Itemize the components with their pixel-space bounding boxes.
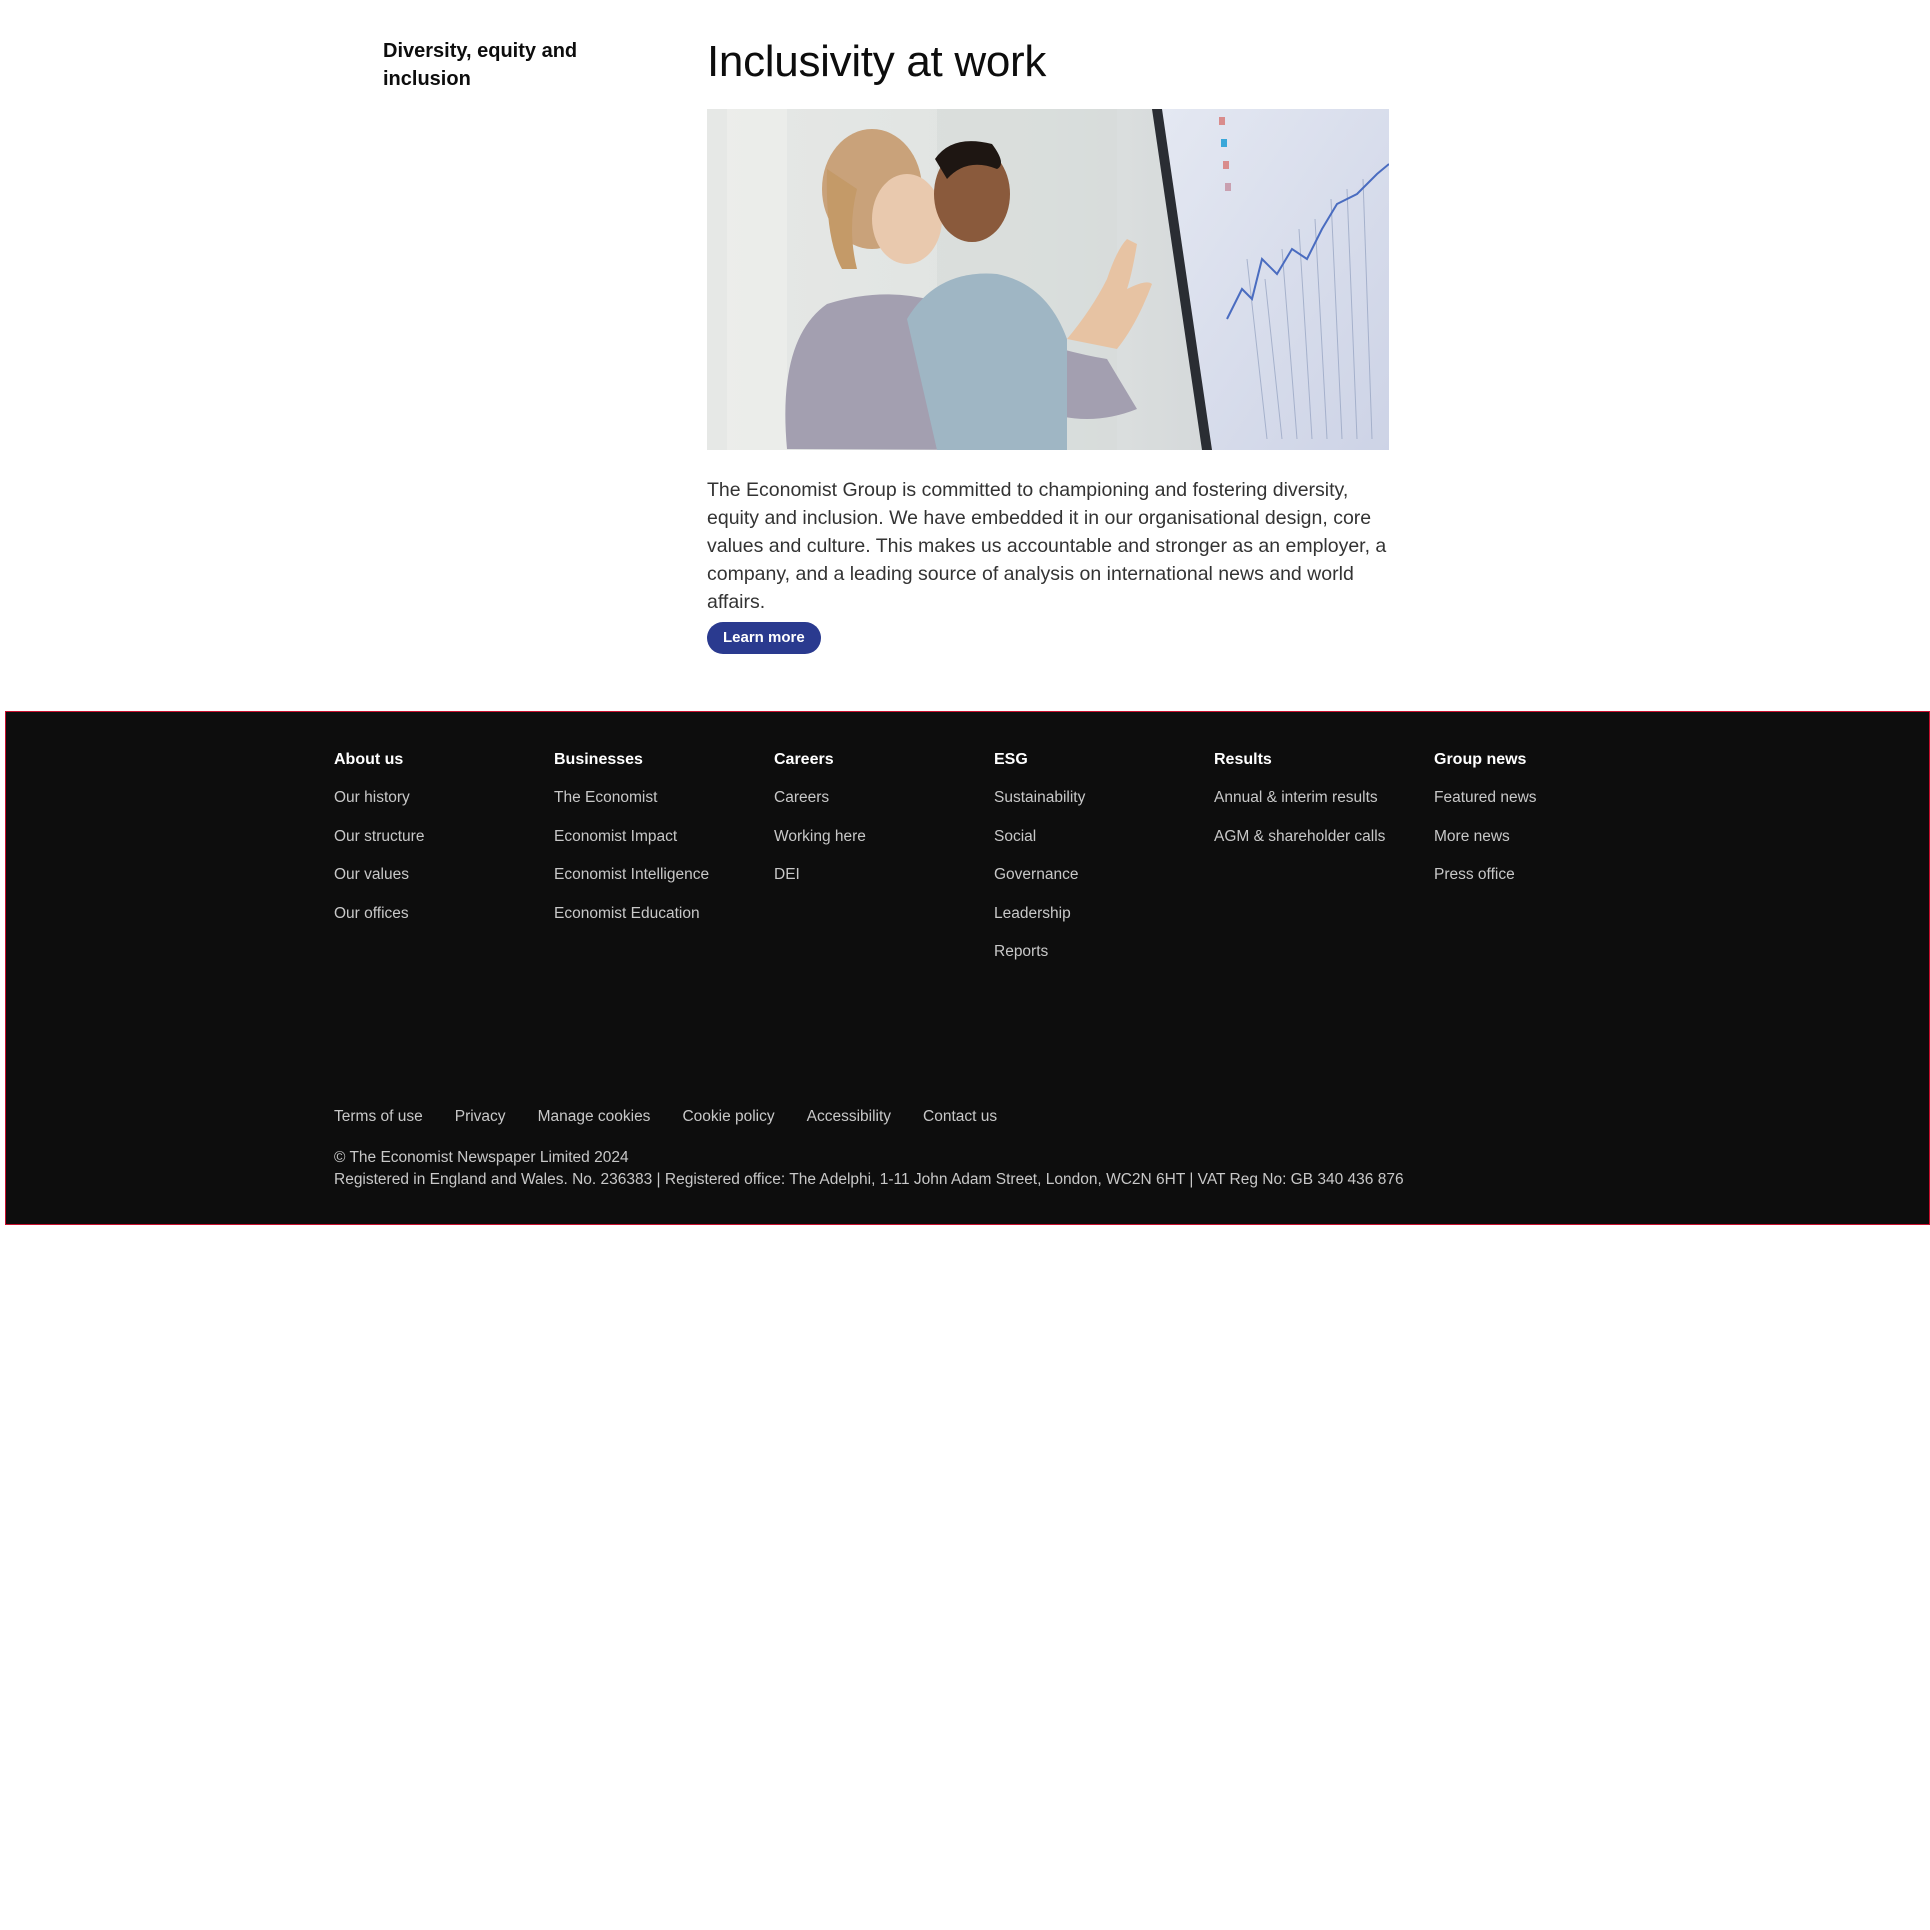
footer-link-cookie-policy[interactable]: Cookie policy <box>682 1108 774 1126</box>
footer-link-agm-shareholder-calls[interactable]: AGM & shareholder calls <box>1214 827 1424 847</box>
footer-link-featured-news[interactable]: Featured news <box>1434 788 1644 808</box>
footer-heading-businesses: Businesses <box>554 751 643 768</box>
footer-heading-about: About us <box>334 751 404 768</box>
footer-link-our-structure[interactable]: Our structure <box>334 827 544 847</box>
footer-col-businesses: Businesses The Economist Economist Impac… <box>554 750 764 942</box>
footer-link-manage-cookies[interactable]: Manage cookies <box>538 1108 651 1126</box>
footer-link-leadership[interactable]: Leadership <box>994 904 1204 924</box>
learn-more-button[interactable]: Learn more <box>707 622 821 654</box>
footer-link-reports[interactable]: Reports <box>994 942 1204 962</box>
footer-link-economist-education[interactable]: Economist Education <box>554 904 764 924</box>
footer-link-social[interactable]: Social <box>994 827 1204 847</box>
site-footer: About us Our history Our structure Our v… <box>5 711 1930 1225</box>
footer-link-accessibility[interactable]: Accessibility <box>807 1108 891 1126</box>
footer-col-careers: Careers Careers Working here DEI <box>774 750 984 904</box>
footer-link-privacy[interactable]: Privacy <box>455 1108 506 1126</box>
hero-image <box>707 109 1389 450</box>
registered-office-text: Registered in England and Wales. No. 236… <box>334 1171 1404 1188</box>
footer-col-esg: ESG Sustainability Social Governance Lea… <box>994 750 1204 981</box>
intro-text: The Economist Group is committed to cham… <box>707 479 1387 613</box>
footer-heading-results: Results <box>1214 751 1272 768</box>
footer-legal-links: Terms of use Privacy Manage cookies Cook… <box>334 1108 1029 1126</box>
footer-link-careers[interactable]: Careers <box>774 788 984 808</box>
footer-link-annual-interim-results[interactable]: Annual & interim results <box>1214 788 1424 808</box>
footer-col-group-news: Group news Featured news More news Press… <box>1434 750 1644 904</box>
section-label: Diversity, equity and inclusion <box>383 40 578 90</box>
footer-link-more-news[interactable]: More news <box>1434 827 1644 847</box>
footer-link-our-offices[interactable]: Our offices <box>334 904 544 924</box>
footer-link-terms-of-use[interactable]: Terms of use <box>334 1108 423 1126</box>
page-title: Inclusivity at work <box>707 37 1047 86</box>
footer-link-working-here[interactable]: Working here <box>774 827 984 847</box>
footer-link-sustainability[interactable]: Sustainability <box>994 788 1204 808</box>
footer-link-economist-impact[interactable]: Economist Impact <box>554 827 764 847</box>
footer-link-our-values[interactable]: Our values <box>334 865 544 885</box>
footer-heading-esg: ESG <box>994 751 1028 768</box>
copyright-text: © The Economist Newspaper Limited 2024 <box>334 1149 629 1166</box>
footer-heading-group-news: Group news <box>1434 751 1527 768</box>
footer-link-dei[interactable]: DEI <box>774 865 984 885</box>
footer-link-the-economist[interactable]: The Economist <box>554 788 764 808</box>
footer-link-press-office[interactable]: Press office <box>1434 865 1644 885</box>
footer-link-economist-intelligence[interactable]: Economist Intelligence <box>554 865 764 885</box>
footer-link-columns: About us Our history Our structure Our v… <box>334 750 1734 1010</box>
footer-link-contact-us[interactable]: Contact us <box>923 1108 997 1126</box>
footer-col-results: Results Annual & interim results AGM & s… <box>1214 750 1424 865</box>
footer-link-our-history[interactable]: Our history <box>334 788 544 808</box>
footer-col-about: About us Our history Our structure Our v… <box>334 750 544 942</box>
footer-heading-careers: Careers <box>774 751 834 768</box>
footer-link-governance[interactable]: Governance <box>994 865 1204 885</box>
